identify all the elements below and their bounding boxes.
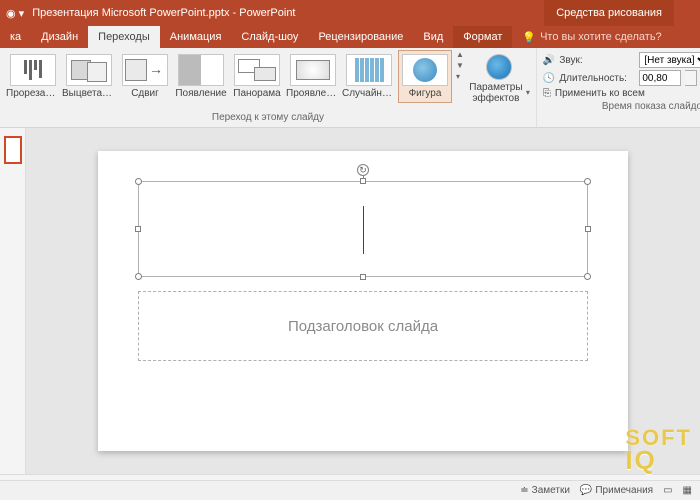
clock-icon: 🕓 — [543, 73, 555, 84]
autosave-icon[interactable]: ◉ ▾ — [6, 7, 24, 20]
title-placeholder[interactable] — [138, 181, 588, 277]
timing-group: 🔊 Звук: [Нет звука] 🕓 Длительность: ⎘ Пр… — [537, 48, 700, 127]
slide[interactable]: Подзаголовок слайда — [98, 151, 628, 451]
rotate-handle[interactable] — [357, 164, 369, 176]
notes-toggle[interactable]: ≐ Заметки — [520, 485, 570, 496]
notes-toggle-label: Заметки — [532, 485, 570, 496]
effect-options-label: Параметры эффектов — [468, 82, 524, 104]
resize-handle-s[interactable] — [360, 274, 366, 280]
tellme-label: Что вы хотите сделать? — [540, 31, 662, 43]
duration-input[interactable] — [639, 70, 681, 86]
transition-fade-label: Выцветание — [62, 88, 116, 99]
notes-icon: ≐ — [520, 485, 528, 496]
transition-gallery-more[interactable]: ▲▼▾ — [454, 50, 466, 81]
tab-home[interactable]: ка — [0, 26, 31, 48]
text-cursor — [363, 206, 364, 254]
title-bar: ◉ ▾ Презентация Microsoft PowerPoint.ppt… — [0, 0, 700, 26]
transition-shape-label: Фигура — [398, 88, 452, 99]
view-sorter-button[interactable]: ▦ — [683, 485, 692, 496]
resize-handle-sw[interactable] — [135, 273, 142, 280]
timing-group-label: Время показа слайдов — [543, 101, 700, 114]
sound-select[interactable]: [Нет звука] — [639, 52, 700, 68]
view-normal-button[interactable]: ▭ — [663, 485, 672, 496]
sound-label: Звук: — [559, 55, 635, 66]
transition-reveal[interactable]: Появление — [174, 50, 228, 103]
resize-handle-w[interactable] — [135, 226, 141, 232]
comments-toggle-label: Примечания — [595, 485, 653, 496]
lightbulb-icon: 💡 — [522, 31, 536, 44]
transition-cut[interactable]: Прорезание — [6, 50, 60, 103]
slide-thumbnail-panel[interactable] — [0, 128, 26, 474]
duration-spinner[interactable] — [685, 70, 697, 86]
tab-view[interactable]: Вид — [413, 26, 453, 48]
resize-handle-e[interactable] — [585, 226, 591, 232]
sound-icon: 🔊 — [543, 55, 555, 66]
tab-transitions[interactable]: Переходы — [88, 26, 160, 48]
transition-fade[interactable]: Выцветание — [62, 50, 116, 103]
ribbon-tabs: ка Дизайн Переходы Анимация Слайд-шоу Ре… — [0, 26, 700, 48]
slide-canvas-area[interactable]: Подзаголовок слайда — [26, 128, 700, 474]
transition-panorama-label: Панорама — [230, 88, 284, 99]
transition-emerge-label: Проявление — [286, 88, 340, 99]
tab-tellme[interactable]: 💡 Что вы хотите сделать? — [512, 26, 671, 48]
comments-toggle[interactable]: 💬Примечания — [580, 485, 653, 496]
effect-options-icon — [486, 54, 512, 80]
subtitle-placeholder-text: Подзаголовок слайда — [288, 318, 438, 335]
subtitle-placeholder[interactable]: Подзаголовок слайда — [138, 291, 588, 361]
document-title: Презентация Microsoft PowerPoint.pptx - … — [32, 7, 295, 19]
contextual-tab-label: Средства рисования — [544, 0, 674, 26]
transition-cut-label: Прорезание — [6, 88, 60, 99]
apply-to-all-button[interactable]: Применить ко всем — [555, 88, 645, 99]
tab-slideshow[interactable]: Слайд-шоу — [231, 26, 308, 48]
transition-group-label: Переход к этому слайду — [6, 112, 530, 125]
tab-review[interactable]: Рецензирование — [308, 26, 413, 48]
slide-thumbnail-1[interactable] — [4, 136, 22, 164]
resize-handle-nw[interactable] — [135, 178, 142, 185]
workspace: Подзаголовок слайда — [0, 128, 700, 474]
chevron-down-icon: ▾ — [526, 89, 530, 98]
tab-design[interactable]: Дизайн — [31, 26, 88, 48]
resize-handle-se[interactable] — [584, 273, 591, 280]
transition-random[interactable]: Случайные... — [342, 50, 396, 103]
transition-emerge[interactable]: Проявление — [286, 50, 340, 103]
transition-shift[interactable]: Сдвиг — [118, 50, 172, 103]
comments-icon: 💬 — [580, 485, 592, 496]
tab-animations[interactable]: Анимация — [160, 26, 232, 48]
transition-reveal-label: Появление — [174, 88, 228, 99]
transition-random-label: Случайные... — [342, 88, 396, 99]
effect-options-button[interactable]: Параметры эффектов▾ — [468, 50, 530, 108]
transition-panorama[interactable]: Панорама — [230, 50, 284, 103]
apply-all-icon: ⎘ — [543, 88, 551, 99]
duration-label: Длительность: — [559, 73, 635, 84]
transition-shift-label: Сдвиг — [118, 88, 172, 99]
ribbon: Прорезание Выцветание Сдвиг Появление Па… — [0, 48, 700, 128]
tab-format[interactable]: Формат — [453, 26, 512, 48]
resize-handle-n[interactable] — [360, 178, 366, 184]
status-bar: ≐ Заметки 💬Примечания ▭ ▦ — [0, 480, 700, 500]
resize-handle-ne[interactable] — [584, 178, 591, 185]
transition-shape[interactable]: Фигура — [398, 50, 452, 103]
